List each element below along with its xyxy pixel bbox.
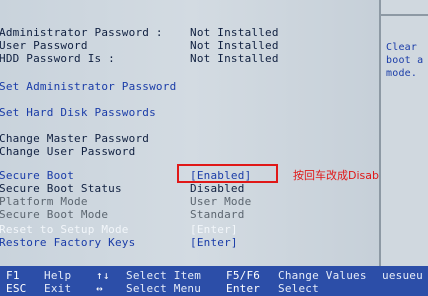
platform-mode-label: Platform Mode	[0, 195, 88, 208]
user-password-status: Not Installed	[190, 39, 279, 52]
set-administrator-password-item[interactable]: Set Administrator Password	[0, 80, 176, 93]
enter-key: Enter	[226, 282, 261, 295]
help-panel-divider	[381, 14, 428, 16]
secure-boot-label: Secure Boot	[0, 169, 75, 182]
change-user-password-item[interactable]: Change User Password	[0, 145, 135, 158]
reset-to-setup-mode-value[interactable]: [Enter]	[190, 223, 238, 236]
left-right-arrows-icon: ↔	[96, 282, 103, 295]
bios-security-screen: Administrator Password : Not Installed U…	[0, 0, 428, 296]
secure-boot-status-label: Secure Boot Status	[0, 182, 122, 195]
f1-description: Help	[44, 269, 72, 282]
esc-description: Exit	[44, 282, 72, 295]
hdd-password-label: HDD Password Is :	[0, 52, 115, 65]
secure-boot-mode-label: Secure Boot Mode	[0, 208, 109, 221]
admin-password-status: Not Installed	[190, 26, 279, 39]
change-master-password-item[interactable]: Change Master Password	[0, 132, 149, 145]
set-hard-disk-passwords-item[interactable]: Set Hard Disk Passwords	[0, 106, 156, 119]
f5-f6-description: Change Values	[278, 269, 367, 282]
help-text-line-2: boot a	[386, 55, 424, 66]
hdd-password-status: Not Installed	[190, 52, 279, 65]
platform-mode-value: User Mode	[190, 195, 252, 208]
help-text-line-3: mode.	[386, 68, 418, 79]
secure-boot-status-value: Disabled	[190, 182, 245, 195]
highlight-box	[177, 164, 278, 183]
user-password-label: User Password	[0, 39, 88, 52]
left-right-description: Select Menu	[126, 282, 202, 295]
help-panel: Clear boot a mode.	[379, 0, 428, 266]
restore-factory-keys-label[interactable]: Restore Factory Keys	[0, 236, 135, 249]
footer-keys-bar: F1 Help ↑↓ Select Item F5/F6 Change Valu…	[0, 266, 428, 296]
f5-f6-key: F5/F6	[226, 269, 261, 282]
up-down-arrows-icon: ↑↓	[96, 269, 110, 282]
secure-boot-mode-value: Standard	[190, 208, 245, 221]
esc-key: ESC	[6, 282, 27, 295]
reset-to-setup-mode-label[interactable]: Reset to Setup Mode	[0, 223, 129, 236]
footer-cut-text: uesueu	[382, 269, 423, 282]
arrows-description: Select Item	[126, 269, 202, 282]
f1-key: F1	[6, 269, 20, 282]
restore-factory-keys-value[interactable]: [Enter]	[190, 236, 238, 249]
help-text-line-1: Clear	[386, 42, 418, 53]
admin-password-label: Administrator Password :	[0, 26, 163, 39]
enter-description: Select	[278, 282, 319, 295]
